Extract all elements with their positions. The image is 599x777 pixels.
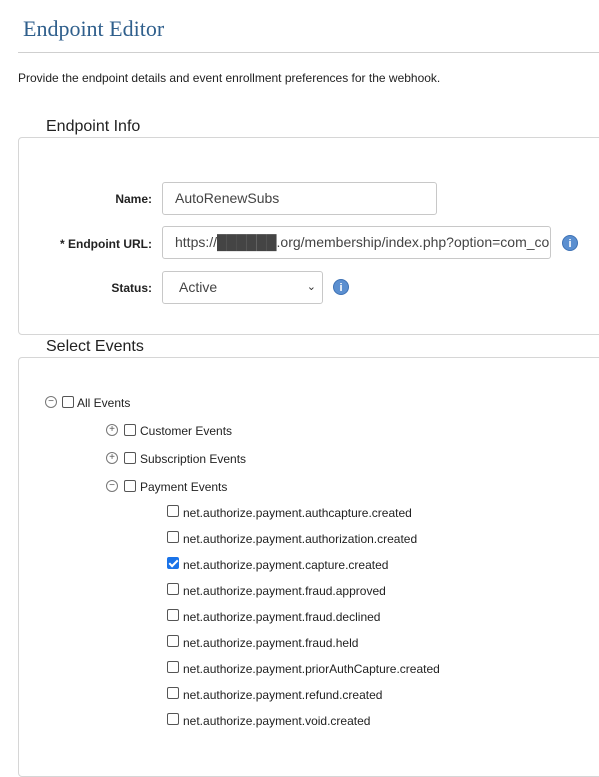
event-checkbox[interactable] <box>167 531 179 543</box>
event-label: net.authorize.payment.fraud.declined <box>183 610 381 624</box>
event-label: net.authorize.payment.fraud.held <box>183 636 359 650</box>
event-label: net.authorize.payment.refund.created <box>183 688 383 702</box>
event-label: net.authorize.payment.fraud.approved <box>183 584 386 598</box>
checkbox-payment-events[interactable] <box>124 480 136 492</box>
name-label: Name: <box>115 192 152 206</box>
event-label: net.authorize.payment.authcapture.create… <box>183 506 412 520</box>
event-label: net.authorize.payment.capture.created <box>183 558 389 572</box>
event-label: net.authorize.payment.void.created <box>183 714 371 728</box>
event-label: net.authorize.payment.priorAuthCapture.c… <box>183 662 440 676</box>
checkbox-all-events[interactable] <box>62 396 74 408</box>
tree-label-payment-events: Payment Events <box>140 480 228 494</box>
tree-label-all-events: All Events <box>77 396 131 410</box>
event-checkbox[interactable] <box>167 635 179 647</box>
checkbox-subscription-events[interactable] <box>124 452 136 464</box>
expand-icon[interactable]: + <box>106 424 118 436</box>
collapse-icon[interactable]: − <box>106 480 118 492</box>
tree-label-customer-events: Customer Events <box>140 424 233 438</box>
event-checkbox[interactable] <box>167 583 179 595</box>
event-checkbox[interactable] <box>167 713 179 725</box>
intro-text: Provide the endpoint details and event e… <box>18 71 441 85</box>
status-select-value: Active <box>179 279 218 295</box>
checkbox-customer-events[interactable] <box>124 424 136 436</box>
name-input[interactable]: AutoRenewSubs <box>162 182 437 215</box>
event-checkbox[interactable] <box>167 661 179 673</box>
status-info-icon[interactable]: i <box>333 279 349 295</box>
status-select[interactable]: Active ⌄ <box>162 271 323 304</box>
select-events-legend: Select Events <box>36 338 154 356</box>
collapse-icon[interactable]: − <box>45 396 57 408</box>
event-label: net.authorize.payment.authorization.crea… <box>183 532 418 546</box>
event-checkbox-checked[interactable] <box>167 557 179 569</box>
page-title: Endpoint Editor <box>23 16 165 41</box>
endpoint-info-legend: Endpoint Info <box>36 118 151 136</box>
tree-label-subscription-events: Subscription Events <box>140 452 247 466</box>
status-label: Status: <box>111 281 152 295</box>
chevron-down-icon: ⌄ <box>306 281 316 293</box>
event-checkbox[interactable] <box>167 505 179 517</box>
event-checkbox[interactable] <box>167 609 179 621</box>
endpoint-url-label: * Endpoint URL: <box>60 237 152 251</box>
endpoint-url-input[interactable]: https://██████.org/membership/index.php?… <box>162 226 551 259</box>
endpoint-url-info-icon[interactable]: i <box>562 235 578 251</box>
title-divider <box>18 52 599 53</box>
expand-icon[interactable]: + <box>106 452 118 464</box>
event-checkbox[interactable] <box>167 687 179 699</box>
